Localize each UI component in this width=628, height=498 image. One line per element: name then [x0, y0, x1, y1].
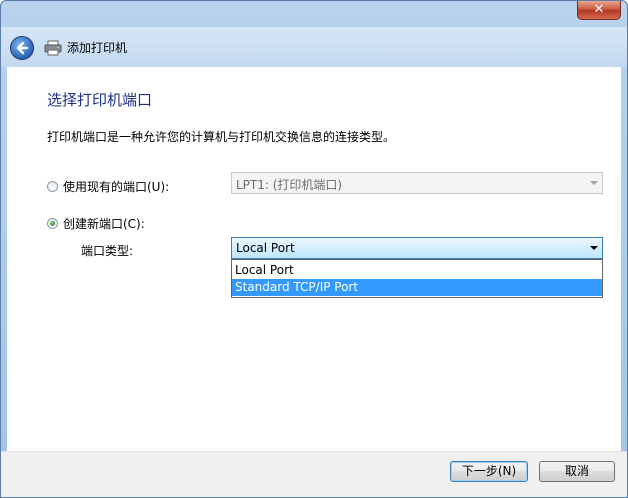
existing-port-select: LPT1: (打印机端口)	[231, 172, 603, 194]
button-bar: 下一步(N) 取消	[1, 451, 627, 497]
back-button[interactable]	[10, 36, 34, 60]
port-type-label: 端口类型:	[81, 244, 134, 258]
add-printer-window: ✕ 添加打印机 选择打印机端口 打印机端口是一种允许您的计算机与打印机交换信息的…	[0, 0, 628, 498]
next-button[interactable]: 下一步(N)	[450, 461, 528, 482]
page-description: 打印机端口是一种允许您的计算机与打印机交换信息的连接类型。	[47, 130, 396, 144]
wizard-title: 添加打印机	[67, 41, 128, 55]
back-arrow-icon	[16, 41, 29, 55]
page-heading: 选择打印机端口	[47, 91, 153, 109]
use-existing-port-option[interactable]: 使用现有的端口(U):	[47, 178, 169, 195]
navigation-bar: 添加打印机	[1, 27, 627, 67]
use-existing-port-radio[interactable]	[47, 181, 58, 192]
port-type-option-local[interactable]: Local Port	[232, 262, 602, 279]
printer-icon	[44, 40, 62, 56]
chevron-down-icon[interactable]	[590, 246, 598, 250]
create-new-port-label: 创建新端口(C):	[63, 217, 145, 231]
existing-port-value: LPT1: (打印机端口)	[236, 178, 343, 192]
use-existing-port-label: 使用现有的端口(U):	[63, 180, 170, 194]
port-type-dropdown-list: Local Port Standard TCP/IP Port	[231, 259, 603, 298]
port-type-value: Local Port	[236, 241, 295, 255]
chevron-down-icon	[590, 181, 598, 185]
cancel-button[interactable]: 取消	[539, 461, 615, 482]
create-new-port-option[interactable]: 创建新端口(C):	[47, 215, 145, 232]
create-new-port-radio[interactable]	[47, 218, 58, 229]
title-bar: ✕	[1, 1, 627, 27]
port-type-option-tcpip[interactable]: Standard TCP/IP Port	[232, 279, 602, 296]
port-type-select[interactable]: Local Port	[231, 237, 603, 259]
content-panel: 选择打印机端口 打印机端口是一种允许您的计算机与打印机交换信息的连接类型。 使用…	[7, 67, 621, 451]
close-button[interactable]: ✕	[577, 1, 621, 20]
